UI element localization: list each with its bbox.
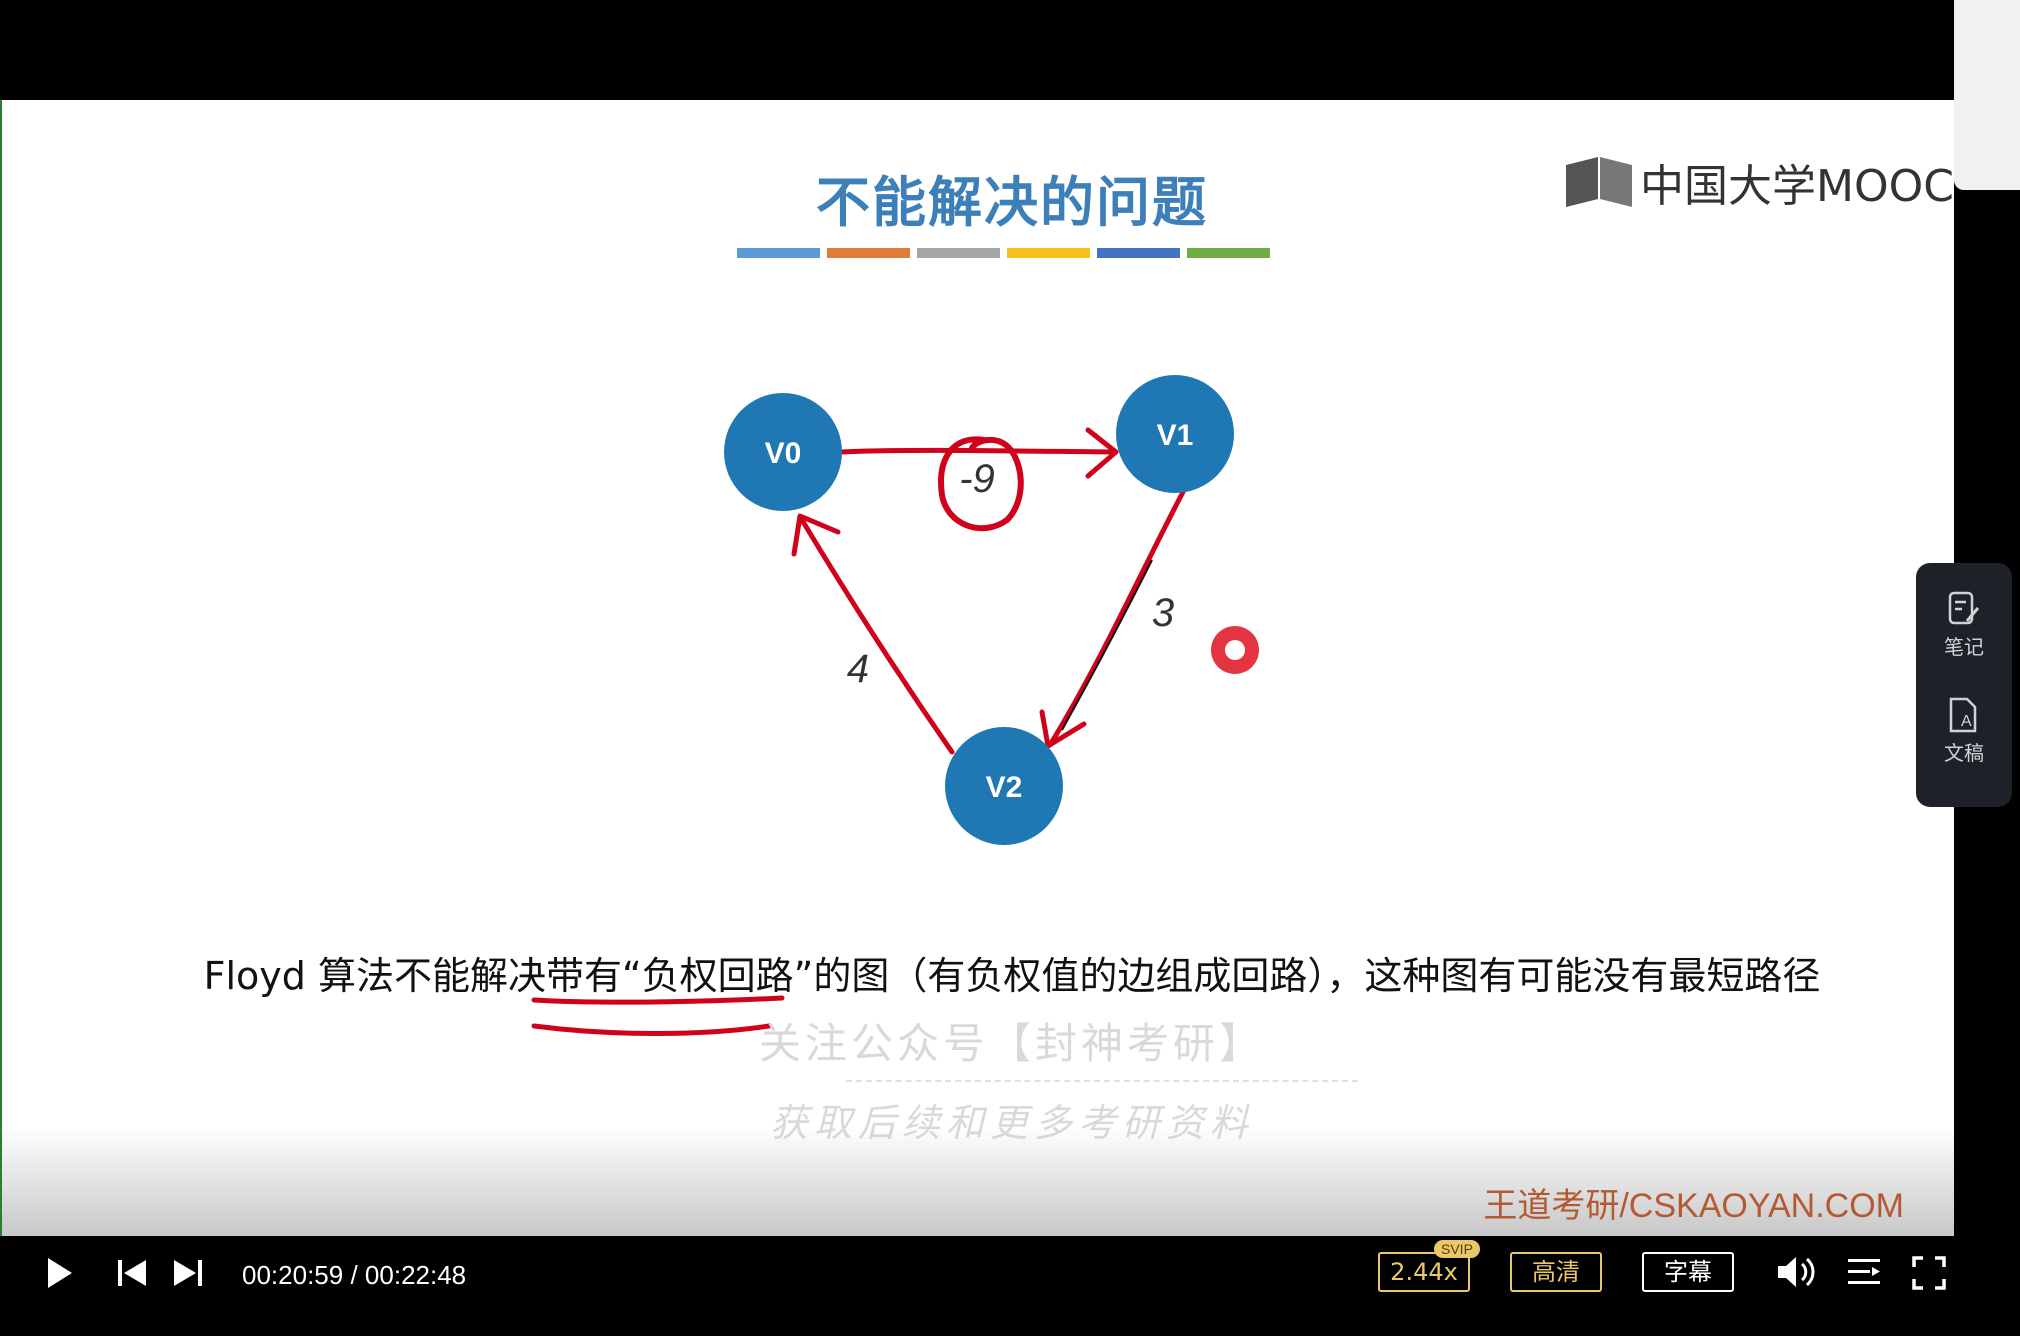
document-label: 文稿 [1944, 741, 1984, 765]
watermark-line1: 关注公众号【封神考研】 [758, 1019, 1265, 1068]
notes-label: 笔记 [1944, 635, 1984, 659]
site-text: 王道考研/CSKAOYAN.COM [1483, 1187, 1904, 1225]
video-area[interactable]: 不能解决的问题 中国大学MOOC V0 V1 V2 -9 3 4 Floyd 算… [0, 100, 1954, 1236]
weight-v2-v0: 4 [847, 647, 869, 691]
playlist-icon[interactable] [1846, 1256, 1882, 1288]
quality-button[interactable]: 高清 [1510, 1252, 1602, 1292]
edge-v2-v0 [799, 517, 955, 755]
document-icon: A [1949, 697, 1977, 733]
node-v0-label: V0 [765, 437, 802, 470]
total-time: 00:22:48 [364, 1260, 467, 1290]
svg-text:A: A [1961, 713, 1972, 730]
node-v2-label: V2 [986, 771, 1023, 804]
volume-icon[interactable] [1776, 1254, 1818, 1290]
time-separator: / [350, 1260, 358, 1290]
previous-icon[interactable] [116, 1258, 148, 1288]
document-button[interactable]: A 文稿 [1916, 697, 2012, 766]
node-v1-label: V1 [1157, 419, 1194, 452]
slide-caption: Floyd 算法不能解决带有“负权回路”的图（有负权值的边组成回路），这种图有可… [203, 954, 1821, 998]
fullscreen-icon[interactable] [1912, 1256, 1946, 1290]
svip-badge: SVIP [1434, 1240, 1480, 1258]
side-panel: 笔记 A 文稿 [1916, 563, 2012, 807]
corner-panel [1954, 0, 2020, 190]
subtitle-button[interactable]: 字幕 [1642, 1252, 1734, 1292]
weight-v0-v1: -9 [959, 457, 995, 501]
time-display: 00:20:59 / 00:22:48 [242, 1260, 466, 1291]
next-icon[interactable] [172, 1258, 204, 1288]
edge-v2-v0-arrowhead [791, 513, 841, 557]
notes-button[interactable]: 笔记 [1916, 591, 2012, 660]
current-time: 00:20:59 [242, 1260, 344, 1290]
watermark-divider [846, 1080, 1358, 1082]
player-controls: 00:20:59 / 00:22:48 2.44x SVIP 高清 字幕 [0, 1236, 2020, 1336]
speed-button[interactable]: 2.44x [1378, 1252, 1470, 1292]
weight-v1-v2: 3 [1152, 591, 1174, 635]
play-icon[interactable] [44, 1256, 74, 1290]
edge-v0-v1 [839, 447, 1117, 455]
notes-icon [1948, 591, 1980, 625]
